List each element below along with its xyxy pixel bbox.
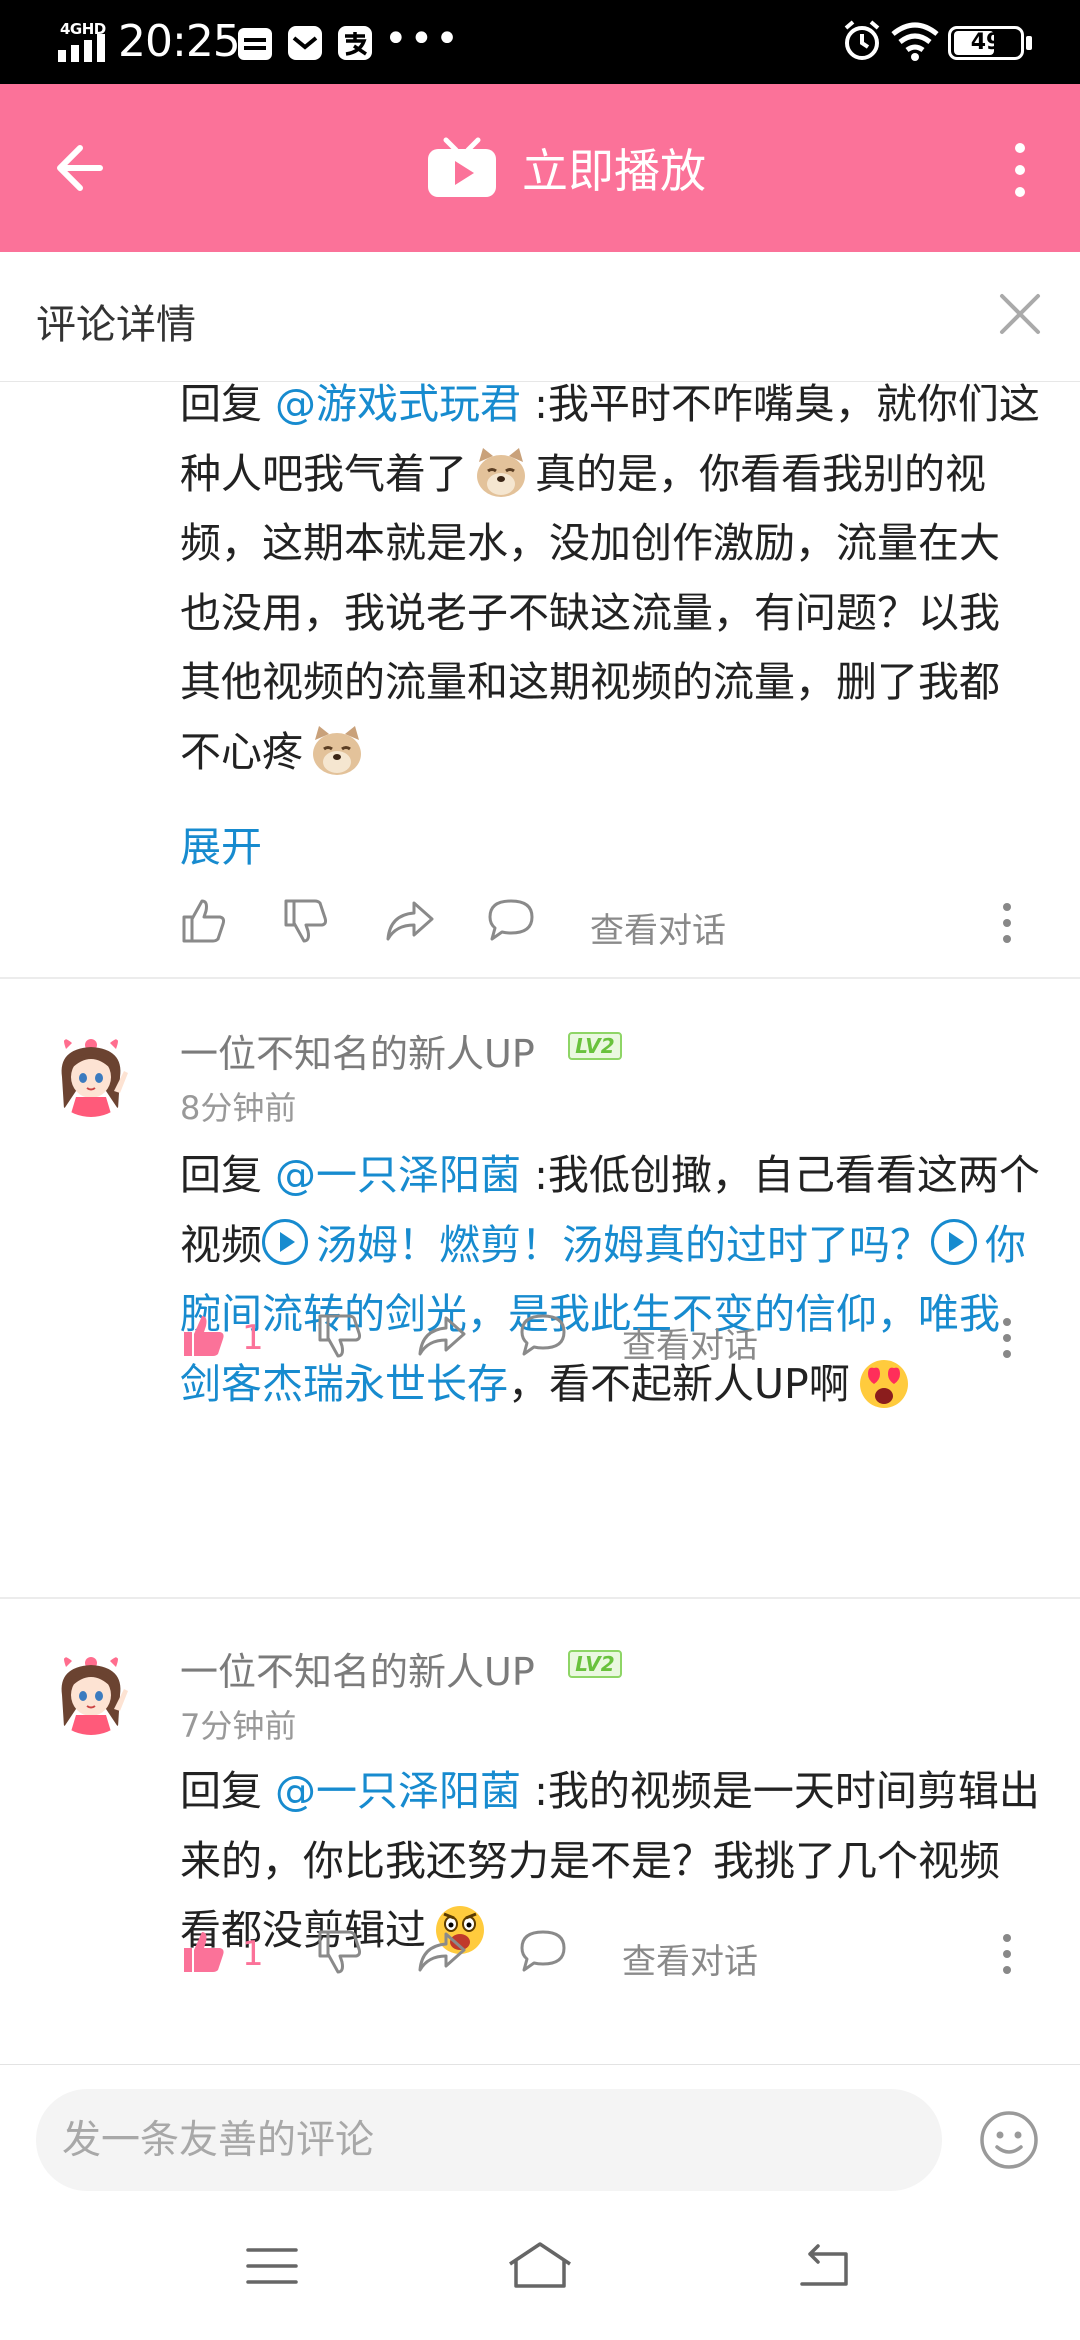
comment-body: 回复 @一只泽阳菌 :我低创撖，自己看看这两个视频 汤姆！燃剪！汤姆真的过时了吗？… [180, 1141, 1040, 1419]
like-count: 1 [242, 1934, 264, 1974]
dislike-icon[interactable] [282, 897, 330, 945]
comment-details-title: 评论详情 [36, 302, 196, 348]
top-navigation-bar: 立即播放 [0, 84, 1080, 252]
level-badge: LV2 [568, 1032, 622, 1060]
play-now-label: 立即播放 [522, 144, 706, 198]
reply-comment-icon[interactable] [486, 897, 536, 945]
comment-divider [0, 1597, 1080, 1599]
avatar[interactable] [48, 1031, 134, 1117]
doge-emoji-icon [477, 447, 525, 497]
video-link-title: 汤姆！燃剪！汤姆真的过时了吗？ [316, 1220, 931, 1269]
mention-link[interactable]: @一只泽阳菌 [275, 1151, 521, 1199]
comment-actions: 查看对话 [180, 897, 1040, 957]
level-badge: LV2 [568, 1650, 622, 1678]
video-play-icon [931, 1218, 977, 1265]
close-icon[interactable] [996, 290, 1044, 338]
username[interactable]: 一位不知名的新人UP [180, 1641, 535, 1696]
emoji-picker-icon[interactable] [978, 2109, 1040, 2171]
cellular-signal-icon: 4GHD [58, 20, 108, 64]
like-icon-active[interactable] [180, 1928, 228, 1976]
video-play-icon [262, 1218, 308, 1265]
expand-link[interactable]: 展开 [180, 813, 262, 873]
like-icon-active[interactable] [180, 1312, 228, 1360]
comment-more-icon[interactable] [1000, 901, 1014, 945]
alarm-icon [844, 20, 880, 60]
home-icon[interactable] [506, 2240, 574, 2290]
comment-divider [0, 977, 1080, 979]
back-arrow-icon[interactable] [48, 136, 118, 200]
battery-icon: 49 [948, 26, 1024, 60]
view-conversation-link[interactable]: 查看对话 [590, 903, 726, 952]
like-count: 1 [242, 1318, 264, 1358]
mention-link[interactable]: @一只泽阳菌 [275, 1767, 521, 1815]
calendar-icon [238, 28, 272, 60]
like-icon[interactable] [180, 897, 228, 945]
share-icon[interactable] [416, 1312, 468, 1360]
alipay-icon [338, 26, 372, 60]
comment-actions: 1 查看对话 [180, 1312, 1040, 1372]
dislike-icon[interactable] [316, 1928, 364, 1976]
share-icon[interactable] [416, 1928, 468, 1976]
avatar[interactable] [48, 1649, 134, 1735]
mention-link[interactable]: @游戏式玩君 [275, 383, 521, 428]
back-nav-icon[interactable] [796, 2244, 852, 2290]
more-options-icon[interactable] [1000, 140, 1040, 200]
comment-time: 7分钟前 [180, 1707, 297, 1745]
mail-icon [288, 26, 322, 60]
username[interactable]: 一位不知名的新人UP [180, 1023, 535, 1078]
battery-level: 49 [970, 30, 1002, 55]
reply-comment-icon[interactable] [518, 1312, 568, 1360]
comment-body: 回复 @游戏式玩君 :我平时不咋嘴臭，就你们这种人吧我气着了 真的是，你看看我别… [180, 383, 1040, 787]
view-conversation-link[interactable]: 查看对话 [622, 1318, 758, 1367]
system-navigation-bar [0, 2204, 1080, 2340]
reply-prefix: 回复 [180, 1151, 276, 1199]
status-bar: 4GHD 20:25 ••• 49 [0, 0, 1080, 84]
menu-icon[interactable] [244, 2244, 300, 2288]
clock: 20:25 [118, 16, 241, 67]
comment-more-icon[interactable] [1000, 1932, 1014, 1976]
doge-emoji-icon [313, 725, 361, 775]
notification-overflow-icon: ••• [384, 16, 461, 62]
share-icon[interactable] [384, 897, 436, 945]
wifi-icon [891, 22, 939, 61]
reply-prefix: 回复 [180, 1767, 276, 1815]
comment-list[interactable]: 回复 @游戏式玩君 :我平时不咋嘴臭，就你们这种人吧我气着了 真的是，你看看我别… [0, 383, 1080, 2064]
play-now-button[interactable]: 立即播放 [426, 128, 706, 208]
comment-more-icon[interactable] [1000, 1316, 1014, 1360]
tv-play-icon [428, 137, 496, 197]
reply-prefix: 回复 [180, 383, 276, 428]
comment-actions: 1 查看对话 [180, 1928, 1040, 1988]
reply-comment-icon[interactable] [518, 1928, 568, 1976]
comment-input-bar [0, 2064, 1080, 2204]
comment-text-continued: 真的是，你看看我别的视频，这期本就是水，没加创作激励，流量在大也没用，我说老子不… [180, 449, 1000, 776]
comment-details-header: 评论详情 [0, 252, 1080, 382]
comment-time: 8分钟前 [180, 1089, 297, 1127]
dislike-icon[interactable] [316, 1312, 364, 1360]
comment-input[interactable] [36, 2089, 942, 2191]
video-link[interactable]: 汤姆！燃剪！汤姆真的过时了吗？ [262, 1218, 931, 1269]
view-conversation-link[interactable]: 查看对话 [622, 1934, 758, 1983]
